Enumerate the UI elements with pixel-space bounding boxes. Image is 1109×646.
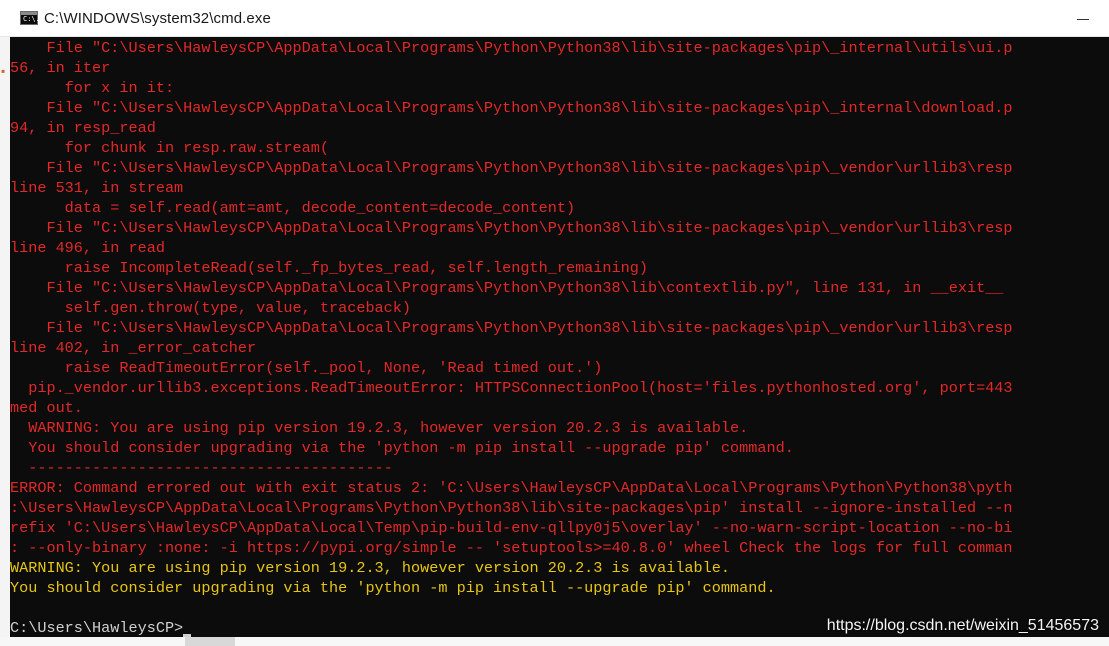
console-line: refix 'C:\Users\HawleysCP\AppData\Local\… xyxy=(10,519,1013,537)
console-line: for chunk in resp.raw.stream( xyxy=(10,139,329,157)
console-line: 56, in iter xyxy=(10,59,111,77)
window-title: C:\WINDOWS\system32\cmd.exe xyxy=(44,9,271,27)
console-line: WARNING: You are using pip version 19.2.… xyxy=(10,419,749,437)
console-line: ---------------------------------------- xyxy=(10,459,393,477)
console-line: You should consider upgrading via the 'p… xyxy=(10,439,794,457)
console-line: ERROR: Command errored out with exit sta… xyxy=(10,479,1013,497)
console-line: line 402, in _error_catcher xyxy=(10,339,257,357)
watermark-text: https://blog.csdn.net/weixin_51456573 xyxy=(826,617,1099,634)
background-thumbnail xyxy=(185,637,235,646)
minimize-icon[interactable] xyxy=(1077,10,1091,26)
background-page-strip: ▪ xyxy=(0,36,10,646)
console-line: for x in it: xyxy=(10,79,175,97)
console-line: med out. xyxy=(10,399,83,417)
background-bottom-strip xyxy=(0,637,1109,646)
console-line: File "C:\Users\HawleysCP\AppData\Local\P… xyxy=(10,279,1004,297)
console-line: WARNING: You are using pip version 19.2.… xyxy=(10,559,731,577)
console-line: : --only-binary :none: -i https://pypi.o… xyxy=(10,539,1013,557)
console-line: File "C:\Users\HawleysCP\AppData\Local\P… xyxy=(10,219,1013,237)
console-line: raise IncompleteRead(self._fp_bytes_read… xyxy=(10,259,648,277)
console-line: self.gen.throw(type, value, traceback) xyxy=(10,299,412,317)
console-line: line 531, in stream xyxy=(10,179,184,197)
cmd-window-icon[interactable]: C:\. xyxy=(20,11,40,25)
console-line: :\Users\HawleysCP\AppData\Local\Programs… xyxy=(10,499,1013,517)
console-line: raise ReadTimeoutError(self._pool, None,… xyxy=(10,359,603,377)
console-line: 94, in resp_read xyxy=(10,119,156,137)
console-output[interactable]: File "C:\Users\HawleysCP\AppData\Local\P… xyxy=(10,37,1109,637)
console-line: File "C:\Users\HawleysCP\AppData\Local\P… xyxy=(10,159,1013,177)
console-line: File "C:\Users\HawleysCP\AppData\Local\P… xyxy=(10,39,1013,57)
console-line: line 496, in read xyxy=(10,239,165,257)
background-page-mark: ▪ xyxy=(1,64,6,78)
console-line: pip._vendor.urllib3.exceptions.ReadTimeo… xyxy=(10,379,1013,397)
console-line: File "C:\Users\HawleysCP\AppData\Local\P… xyxy=(10,319,1013,337)
cmd-icon-label: C:\. xyxy=(23,15,40,23)
title-bar[interactable]: C:\. C:\WINDOWS\system32\cmd.exe xyxy=(0,0,1109,37)
console-line: File "C:\Users\HawleysCP\AppData\Local\P… xyxy=(10,99,1013,117)
console-lines: File "C:\Users\HawleysCP\AppData\Local\P… xyxy=(10,38,1013,637)
console-line: data = self.read(amt=amt, decode_content… xyxy=(10,199,576,217)
console-line: You should consider upgrading via the 'p… xyxy=(10,579,776,597)
